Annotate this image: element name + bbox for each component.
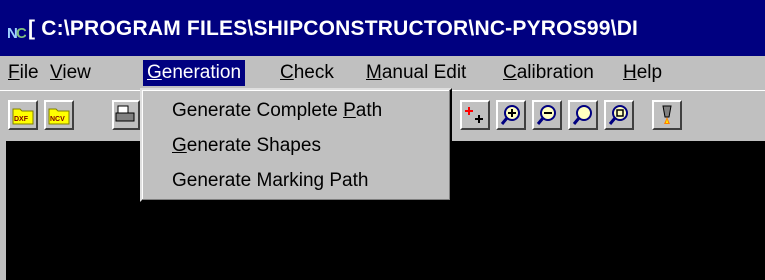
zoom-window-button[interactable] <box>604 100 634 130</box>
svg-text:NCV: NCV <box>50 116 65 123</box>
zoom-out-button[interactable] <box>532 100 562 130</box>
zoom-window-icon <box>608 105 628 125</box>
zoom-in-icon <box>500 105 520 125</box>
generation-dropdown-menu: Generate Complete Path Generate Shapes G… <box>140 88 452 202</box>
print-button[interactable] <box>112 100 140 130</box>
title-bar[interactable]: N C [ C:\PROGRAM FILES\SHIPCONSTRUCTOR\N… <box>0 0 765 56</box>
dxf-folder-icon: DXF <box>12 108 34 125</box>
menu-calibration[interactable]: Calibration <box>499 60 598 86</box>
menu-view[interactable]: View <box>46 60 95 86</box>
torch-icon <box>662 105 672 124</box>
application-window: N C [ C:\PROGRAM FILES\SHIPCONSTRUCTOR\N… <box>0 0 765 280</box>
window-title: [ C:\PROGRAM FILES\SHIPCONSTRUCTOR\NC-PY… <box>28 17 639 40</box>
menu-item-generate-shapes[interactable]: Generate Shapes <box>172 133 321 159</box>
menu-bar: File View Generation Check Manual Edit C… <box>0 56 765 90</box>
menu-generation[interactable]: Generation <box>143 60 246 86</box>
open-dxf-button[interactable]: DXF <box>8 100 38 130</box>
menu-item-generate-complete-path[interactable]: Generate Complete Path <box>172 98 382 124</box>
nc-app-icon[interactable]: N C <box>6 22 27 42</box>
printer-icon <box>115 105 135 122</box>
canvas-left-border <box>0 141 6 280</box>
menu-item-generate-marking-path[interactable]: Generate Marking Path <box>172 168 368 194</box>
zoom-in-button[interactable] <box>496 100 526 130</box>
menu-check[interactable]: Check <box>276 60 338 86</box>
svg-text:DXF: DXF <box>14 116 29 123</box>
menu-manual-edit[interactable]: Manual Edit <box>362 60 470 86</box>
add-point-button[interactable] <box>460 100 490 130</box>
zoom-button[interactable] <box>568 100 598 130</box>
add-point-icon <box>465 107 483 123</box>
menu-help[interactable]: Help <box>619 60 666 86</box>
menu-file[interactable]: File <box>4 60 43 86</box>
ncv-folder-icon: NCV <box>48 108 70 125</box>
torch-button[interactable] <box>652 100 682 130</box>
zoom-icon <box>572 105 592 125</box>
svg-text:C: C <box>16 25 26 42</box>
open-ncv-button[interactable]: NCV <box>44 100 74 130</box>
zoom-out-icon <box>536 105 556 125</box>
